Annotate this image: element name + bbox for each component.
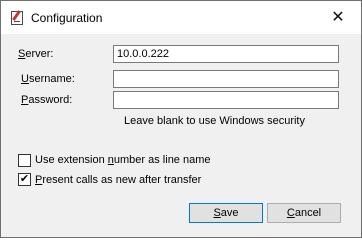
- configuration-dialog: Configuration ✕ Server: Username: Passwo…: [0, 0, 362, 238]
- password-input[interactable]: [113, 91, 339, 109]
- server-input[interactable]: [113, 45, 339, 63]
- save-button[interactable]: Save: [189, 203, 263, 223]
- cancel-button[interactable]: Cancel: [267, 203, 341, 223]
- security-hint: Leave blank to use Windows security: [124, 115, 305, 127]
- dialog-title: Configuration: [31, 11, 103, 25]
- extension-as-line-name-label: Use extension number as line name: [35, 154, 211, 166]
- checkmark-icon: ✔: [19, 173, 30, 185]
- server-label: Server:: [18, 48, 54, 60]
- present-calls-new-checkbox[interactable]: ✔: [18, 173, 31, 186]
- close-button[interactable]: ✕: [315, 1, 361, 32]
- extension-as-line-name-checkbox[interactable]: [18, 154, 31, 167]
- present-calls-new-label: Present calls as new after transfer: [35, 174, 202, 186]
- close-icon: ✕: [331, 8, 345, 26]
- title-bar: Configuration ✕: [1, 1, 361, 34]
- username-input[interactable]: [113, 70, 339, 88]
- password-label: Password:: [21, 94, 73, 106]
- configuration-app-icon: [11, 10, 23, 25]
- username-label: Username:: [21, 73, 75, 85]
